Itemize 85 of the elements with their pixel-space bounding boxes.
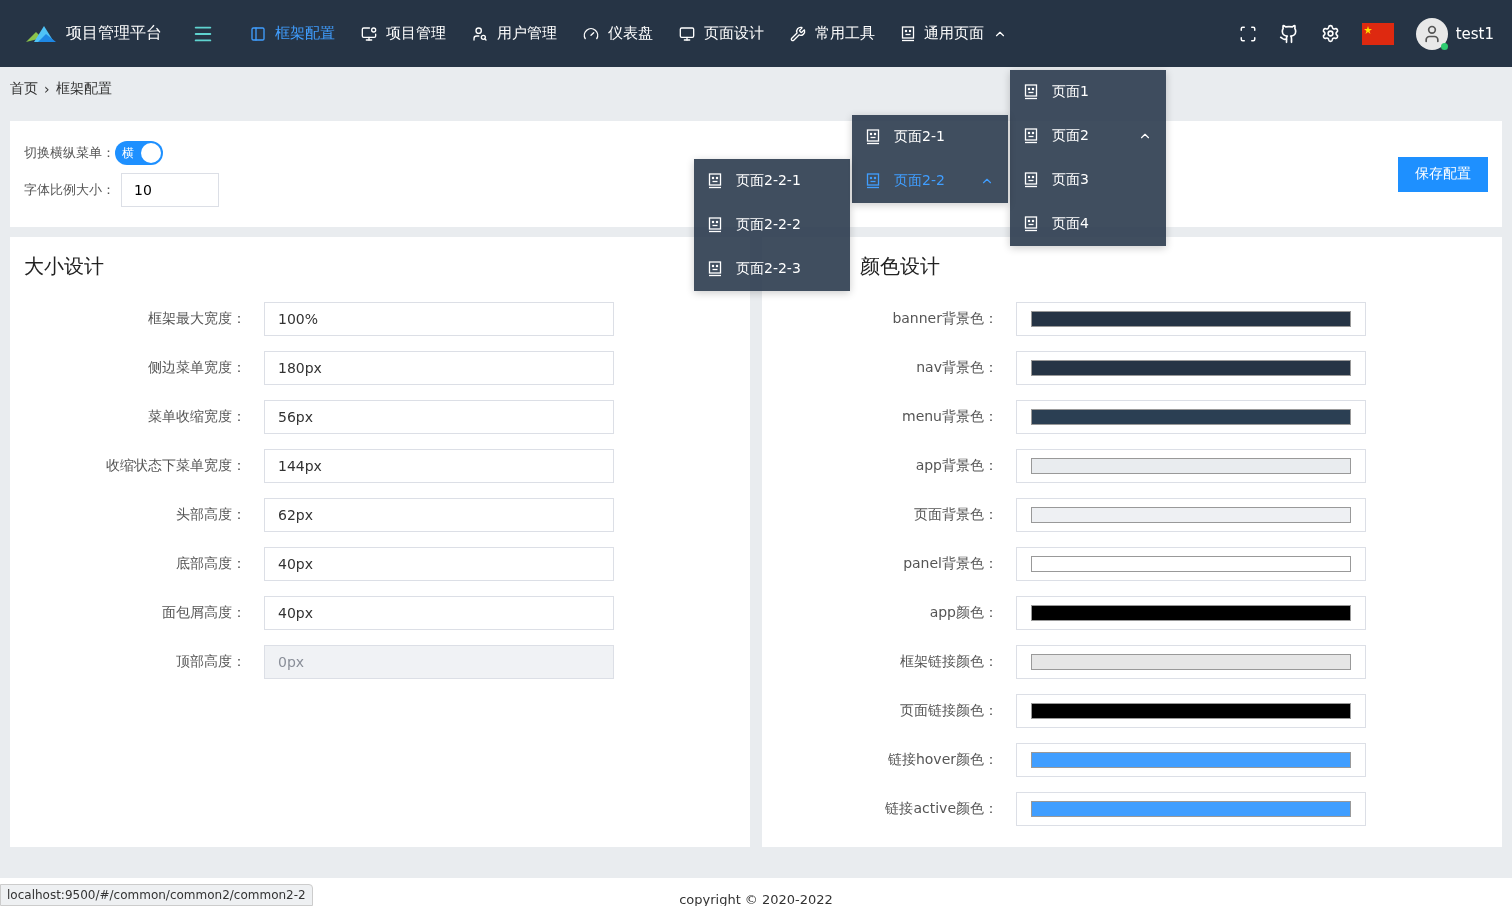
field-label: 顶部高度： [175,652,246,671]
fullscreen-icon[interactable] [1238,24,1257,43]
page-icon [901,25,915,42]
color-picker[interactable] [1016,644,1366,679]
field-label: nav背景色： [915,358,998,377]
page-icon [1024,172,1038,188]
menu-item[interactable]: 页面2-2-2 [694,203,850,247]
color-picker[interactable] [1016,497,1366,532]
field-label: app颜色： [928,603,998,622]
input-field[interactable]: 100% [264,301,614,336]
field-label: 框架链接颜色： [899,652,998,671]
font-scale-label: 字体比例大小： [24,181,115,199]
flag-icon[interactable] [1361,22,1394,45]
menu-item[interactable]: 页面1 [1010,70,1166,114]
field-label: banner背景色： [891,309,998,328]
page-icon [1024,216,1038,232]
page-icon [1024,128,1038,144]
page-icon [1024,84,1038,100]
menu-item[interactable]: 页面2-2-3 [694,247,850,291]
field-label: 面包屑高度： [161,603,246,622]
field-label: 侧边菜单宽度： [147,358,246,377]
color-picker[interactable] [1016,791,1366,826]
color-picker[interactable] [1016,350,1366,385]
input-field[interactable]: 56px [264,399,614,434]
input-field[interactable]: 180px [264,350,614,385]
nav-item[interactable]: 常用工具 [790,24,875,43]
field-label: menu背景色： [901,407,998,426]
color-picker[interactable] [1016,742,1366,777]
switch-label: 切换横纵菜单： [24,144,115,162]
panel-title: 大小设计 [24,253,104,280]
field-label: panel背景色： [902,554,998,573]
status-bar-url: localhost:9500/#/common/common2/common2-2 [0,884,313,906]
color-picker[interactable] [1016,448,1366,483]
settings-icon[interactable] [1320,24,1340,43]
panel-icon [250,25,266,42]
color-picker[interactable] [1016,595,1366,630]
user-search-icon [472,25,488,42]
nav-item[interactable]: 仪表盘 [583,24,653,43]
input-field[interactable]: 144px [264,448,614,483]
field-label: 页面背景色： [913,505,998,524]
copyright-text: copyright © 2020-2022 [679,891,833,906]
page-icon [866,129,880,145]
color-picker[interactable] [1016,693,1366,728]
breadcrumb-item[interactable]: 框架配置 [55,80,112,98]
color-picker[interactable] [1016,546,1366,581]
field-label: 底部高度： [175,554,246,573]
menu-item[interactable]: 页面2-1 [852,115,1008,159]
gauge-icon [583,25,599,42]
page-icon [708,261,722,277]
panel-title: 颜色设计 [860,253,940,280]
menu-item[interactable]: 页面2 [1010,114,1166,158]
color-picker[interactable] [1016,301,1366,336]
input-field[interactable]: 40px [264,546,614,581]
nav-item[interactable]: 框架配置 [250,24,335,43]
field-label: 头部高度： [175,505,246,524]
page-icon [708,173,722,189]
field-label: 框架最大宽度： [147,309,246,328]
breadcrumb-item[interactable]: 首页 [10,80,38,98]
monitor-icon [361,25,377,42]
menu-item[interactable]: 页面3 [1010,158,1166,202]
page-icon [708,217,722,233]
color-picker[interactable] [1016,399,1366,434]
field-label: 链接active颜色： [884,799,998,818]
field-label: 菜单收缩宽度： [147,407,246,426]
field-label: 链接hover颜色： [886,750,998,769]
app-title: 项目管理平台 [66,23,162,44]
nav-item[interactable]: 项目管理 [361,24,446,43]
avatar[interactable] [1415,17,1448,50]
input-field[interactable]: 40px [264,595,614,630]
menu-item[interactable]: 页面4 [1010,202,1166,246]
user-name: test1 [1455,24,1494,43]
menu-item[interactable]: 页面2-2-1 [694,159,850,203]
github-icon[interactable] [1278,23,1299,44]
breadcrumb-separator: › [44,81,50,97]
font-scale-input[interactable]: 10 [121,173,219,207]
nav-item[interactable]: 用户管理 [472,24,557,43]
field-label: app背景色： [914,456,998,475]
page-icon [866,173,880,189]
nav-item[interactable]: 页面设计 [679,24,764,43]
nav-item[interactable]: 通用页面 [901,24,1007,43]
input-field[interactable]: 62px [264,497,614,532]
field-label: 收缩状态下菜单宽度： [105,456,246,475]
monitor-icon [679,25,695,42]
wrench-icon [790,25,806,42]
field-label: 页面链接颜色： [899,701,998,720]
